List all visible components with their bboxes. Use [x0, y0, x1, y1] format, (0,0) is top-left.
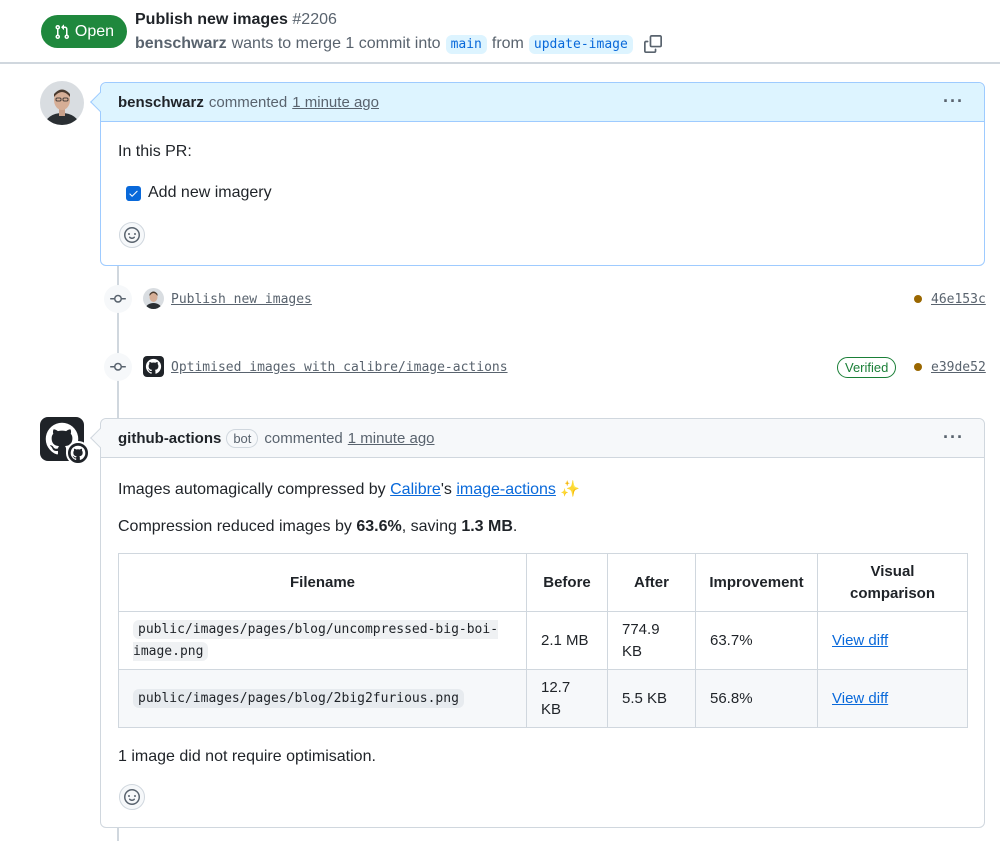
line1-mid: 's — [440, 481, 457, 498]
pr-header: Open Publish new images #2206 benschwarz… — [0, 0, 1000, 64]
table-row: public/images/pages/blog/2big2furious.pn… — [118, 669, 968, 728]
github-mark-icon — [66, 441, 90, 465]
add-reaction-button[interactable] — [119, 784, 145, 810]
image-actions-link[interactable]: image-actions — [456, 481, 556, 498]
improvement-cell: 56.8% — [695, 669, 818, 728]
comment-line-1: Images automagically compressed by Calib… — [118, 479, 580, 499]
git-commit-icon — [110, 294, 126, 303]
commit-message-link[interactable]: Publish new images — [171, 292, 312, 307]
comment-header: benschwarz commented 1 minute ago ··· — [101, 83, 984, 122]
task-label: Add new imagery — [148, 184, 272, 201]
pr-title-text: Publish new images — [135, 11, 288, 28]
col-header-after: After — [607, 553, 696, 612]
github-mark-icon[interactable] — [143, 356, 164, 377]
line2-prefix: Compression reduced images by — [118, 518, 357, 535]
pr-state-label: Open — [74, 22, 115, 40]
kebab-icon[interactable]: ··· — [943, 92, 964, 110]
from-text: from — [491, 35, 524, 52]
view-diff-link[interactable]: View diff — [832, 690, 888, 707]
improvement-cell: 63.7% — [695, 611, 818, 670]
avatar-benschwarz[interactable] — [40, 81, 84, 125]
commit-row: Publish new images 46e153c — [0, 285, 1000, 315]
visual-comparison-cell: View diff — [817, 669, 968, 728]
comment-author[interactable]: benschwarz — [118, 94, 204, 111]
filename-cell: public/images/pages/blog/uncompressed-bi… — [118, 611, 527, 670]
pr-state-badge: Open — [41, 15, 127, 48]
compression-table: Filename Before After Improvement Visual… — [118, 553, 968, 728]
comment-line-2: Compression reduced images by 63.6%, sav… — [118, 518, 517, 536]
calibre-link[interactable]: Calibre — [390, 481, 441, 498]
comment-author[interactable]: github-actions — [118, 430, 221, 447]
merge-text: wants to merge 1 commit into — [231, 35, 441, 52]
kebab-icon[interactable]: ··· — [943, 428, 964, 446]
comment-body-intro: In this PR: — [118, 143, 192, 160]
commit-status-dot — [914, 295, 922, 303]
copy-icon[interactable] — [643, 35, 662, 53]
line1-prefix: Images automagically compressed by — [118, 481, 391, 498]
smiley-icon — [124, 789, 140, 805]
line2-end: . — [512, 518, 518, 535]
before-cell: 2.1 MB — [526, 611, 608, 670]
avatar-github-actions[interactable] — [40, 417, 92, 465]
commit-row: Optimised images with calibre/image-acti… — [0, 353, 1000, 383]
col-header-visual-comparison: Visual comparison — [817, 553, 968, 612]
table-row: public/images/pages/blog/uncompressed-bi… — [118, 611, 968, 670]
check-icon — [129, 190, 138, 197]
smiley-icon — [124, 227, 140, 243]
col-header-improvement: Improvement — [695, 553, 818, 612]
commit-message-link[interactable]: Optimised images with calibre/image-acti… — [171, 360, 508, 375]
sparkles-icon: ✨ — [560, 481, 581, 498]
pr-merge-info: benschwarz wants to merge 1 commit into … — [135, 33, 662, 55]
git-pull-request-icon — [55, 24, 69, 39]
compression-percent: 63.6% — [356, 518, 402, 535]
git-commit-icon — [110, 362, 126, 371]
commit-author-avatar[interactable] — [143, 288, 164, 309]
before-cell: 12.7 KB — [526, 669, 608, 728]
pr-number: #2206 — [292, 11, 337, 28]
add-reaction-button[interactable] — [119, 222, 145, 248]
timeline-line — [117, 828, 119, 841]
comment-github-actions: github-actions bot commented 1 minute ag… — [90, 418, 985, 828]
task-list-item: Add new imagery — [126, 184, 272, 202]
pr-title: Publish new images #2206 — [135, 11, 337, 29]
head-branch[interactable]: update-image — [528, 34, 633, 54]
comment-timestamp[interactable]: 1 minute ago — [292, 94, 379, 111]
base-branch[interactable]: main — [445, 34, 487, 54]
filename-cell: public/images/pages/blog/2big2furious.pn… — [118, 669, 527, 728]
pr-author-link[interactable]: benschwarz — [135, 35, 227, 53]
view-diff-link[interactable]: View diff — [832, 632, 888, 649]
commit-status-dot — [914, 363, 922, 371]
col-header-before: Before — [526, 553, 608, 612]
commit-sha-link[interactable]: 46e153c — [931, 292, 986, 307]
filename-code: public/images/pages/blog/2big2furious.pn… — [133, 688, 464, 708]
commit-node — [104, 285, 132, 313]
comment-action: commented — [208, 93, 288, 111]
line2-mid: , saving — [401, 518, 462, 535]
after-cell: 774.9 KB — [607, 611, 696, 670]
filename-code: public/images/pages/blog/uncompressed-bi… — [133, 619, 499, 661]
comment-action: commented — [264, 429, 343, 447]
col-header-filename: Filename — [118, 553, 527, 612]
bot-badge: bot — [226, 428, 259, 448]
visual-comparison-cell: View diff — [817, 611, 968, 670]
comment-timestamp[interactable]: 1 minute ago — [348, 430, 435, 447]
commit-node — [104, 353, 132, 381]
comment-header: github-actions bot commented 1 minute ag… — [101, 419, 984, 458]
after-cell: 5.5 KB — [607, 669, 696, 728]
comment-footer-text: 1 image did not require optimisation. — [118, 748, 376, 765]
verified-badge[interactable]: Verified — [837, 357, 897, 378]
task-checkbox[interactable] — [126, 185, 141, 201]
commit-sha-link[interactable]: e39de52 — [931, 360, 986, 375]
comment-benschwarz: benschwarz commented 1 minute ago ··· In… — [90, 82, 985, 266]
saved-size: 1.3 MB — [461, 518, 513, 535]
